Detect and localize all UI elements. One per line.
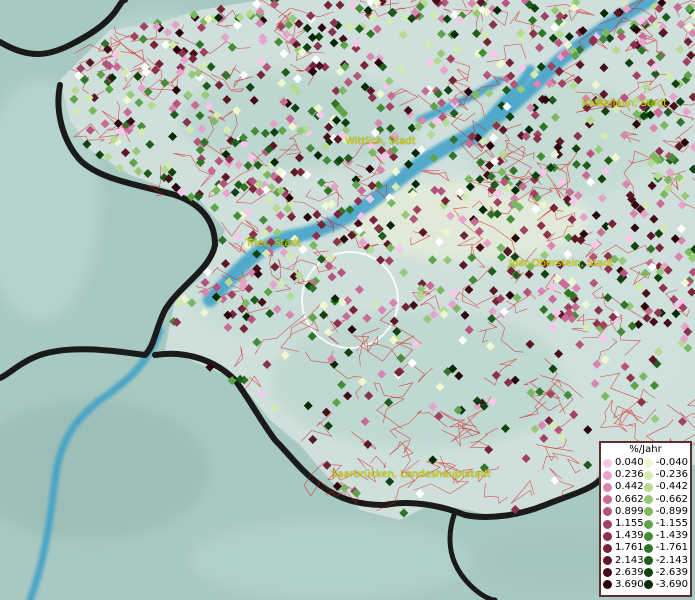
legend-swatch: [643, 519, 653, 529]
legend-value: 0.236: [615, 469, 644, 481]
legend-value: -0.662: [655, 493, 688, 505]
legend-swatch: [603, 458, 612, 468]
legend-swatch: [603, 470, 612, 480]
legend-swatch: [643, 580, 653, 590]
legend-grid: 0.040 -0.040 0.236 -0.236 0.442 -0.442 0.662 -0…: [603, 457, 688, 591]
legend-panel: %/Jahr 0.040 -0.040 0.236 -0.236 0.442 -0.442…: [599, 441, 692, 597]
legend-value: 1.155: [615, 517, 644, 529]
legend-swatch: [643, 543, 653, 553]
legend-swatch: [603, 568, 612, 578]
legend-entry-negative: -0.442: [643, 481, 688, 493]
legend-entry-negative: -1.155: [643, 517, 688, 530]
legend-value: -0.040: [655, 457, 688, 468]
city-label-trier: Trier, Stadt: [246, 238, 301, 249]
legend-swatch: [603, 543, 612, 553]
legend-swatch: [603, 507, 612, 517]
legend-entry-negative: -1.439: [643, 530, 688, 542]
legend-entry-positive: 2.143: [603, 555, 644, 567]
legend-value: 2.143: [615, 554, 644, 566]
legend-entry-positive: 1.155: [603, 518, 644, 530]
legend-entry-negative: -3.690: [643, 578, 688, 591]
legend-value: -0.899: [655, 505, 688, 517]
map-view[interactable]: Wittlich, Stadt Kastellaun, Stadt Trier,…: [0, 0, 695, 600]
legend-swatch: [603, 519, 612, 529]
legend-swatch: [603, 531, 612, 541]
legend-value: 0.899: [615, 505, 644, 517]
legend-value: 1.761: [615, 542, 644, 554]
legend-value: 2.639: [615, 566, 644, 578]
legend-entry-positive: 1.761: [603, 542, 644, 554]
legend-value: 1.439: [615, 530, 644, 542]
legend-value: -3.690: [655, 578, 688, 590]
terrain-basemap: [0, 0, 695, 600]
legend-value: -1.761: [655, 542, 688, 554]
legend-entry-negative: -1.761: [643, 542, 688, 554]
city-label-idar-oberstein: Idar-Oberstein, Stadt: [509, 258, 614, 269]
legend-value: -2.639: [655, 566, 688, 578]
city-label-saarbruecken: Saarbrücken, Landeshauptstadt: [331, 469, 491, 480]
legend-value: -1.439: [655, 530, 688, 542]
legend-entry-positive: 0.442: [603, 481, 644, 493]
legend-swatch: [603, 580, 612, 590]
legend-entry-positive: 1.439: [603, 530, 644, 542]
legend-entry-negative: -0.662: [643, 493, 688, 506]
legend-value: -0.236: [655, 469, 688, 481]
legend-entry-positive: 0.899: [603, 506, 644, 518]
legend-swatch: [643, 531, 653, 541]
legend-swatch: [603, 482, 612, 492]
legend-entry-positive: 0.662: [603, 494, 644, 506]
legend-value: -0.442: [655, 481, 688, 493]
legend-value: 0.442: [615, 481, 644, 493]
city-label-kastellaun: Kastellaun, Stadt: [582, 98, 668, 109]
legend-swatch: [643, 556, 653, 566]
legend-entry-negative: -2.639: [643, 566, 688, 579]
legend-value: -2.143: [655, 554, 688, 566]
legend-swatch: [643, 458, 653, 468]
legend-swatch: [643, 568, 653, 578]
city-label-wittlich: Wittlich, Stadt: [345, 136, 416, 147]
legend-swatch: [643, 470, 653, 480]
legend-swatch: [643, 495, 653, 505]
legend-entry-positive: 3.690: [603, 579, 644, 591]
legend-entry-negative: -0.040: [643, 457, 688, 469]
legend-swatch: [603, 556, 612, 566]
legend-value: 3.690: [615, 578, 644, 590]
legend-value: 0.040: [615, 457, 644, 468]
legend-title: %/Jahr: [629, 444, 662, 455]
legend-value: -1.155: [655, 517, 688, 529]
legend-entry-positive: 0.236: [603, 469, 644, 481]
legend-swatch: [603, 495, 612, 505]
legend-entry-negative: -0.899: [643, 505, 688, 518]
legend-entry-positive: 2.639: [603, 567, 644, 579]
legend-entry-negative: -2.143: [643, 554, 688, 567]
legend-entry-negative: -0.236: [643, 469, 688, 481]
legend-swatch: [643, 507, 653, 517]
legend-value: 0.662: [615, 493, 644, 505]
legend-swatch: [643, 482, 653, 492]
legend-entry-positive: 0.040: [603, 457, 644, 469]
